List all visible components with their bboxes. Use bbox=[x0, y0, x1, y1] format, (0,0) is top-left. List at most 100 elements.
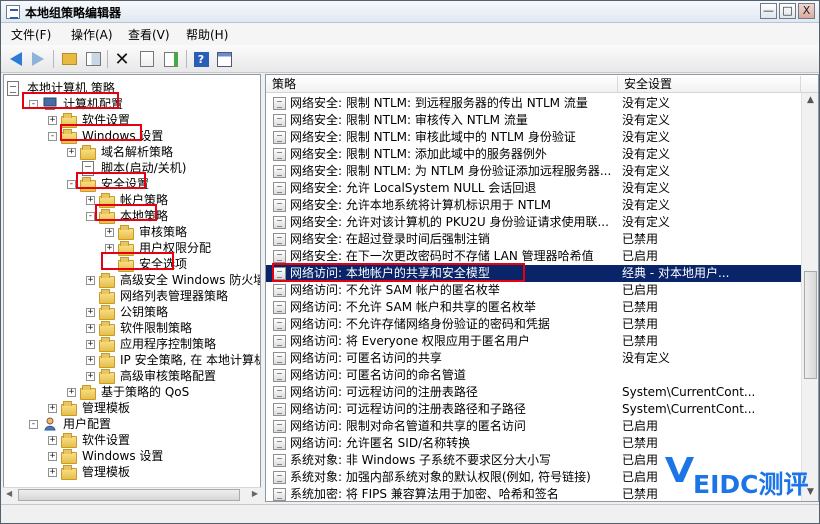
expand-icon[interactable]: + bbox=[86, 356, 95, 365]
tree-node[interactable]: + 高级审核策略配置 bbox=[4, 368, 260, 384]
back-arrow-icon[interactable] bbox=[6, 49, 26, 69]
policy-row[interactable]: 网络安全: 限制 NTLM: 审核此域中的 NTLM 身份验证 没有定义 bbox=[266, 129, 801, 146]
tree-node[interactable]: + 公钥策略 bbox=[4, 304, 260, 320]
policy-row[interactable]: 网络安全: 限制 NTLM: 为 NTLM 身份验证添加远程服务器... 没有定义 bbox=[266, 163, 801, 180]
policy-row[interactable]: 网络访问: 不允许存储网络身份验证的密码和凭据 已禁用 bbox=[266, 316, 801, 333]
export-list-icon[interactable] bbox=[161, 49, 181, 69]
selected-policy-row[interactable]: 网络访问: 本地帐户的共享和安全模型 经典 - 对本地用户... bbox=[266, 265, 801, 282]
expand-icon[interactable]: + bbox=[86, 340, 95, 349]
expand-icon[interactable]: + bbox=[86, 324, 95, 333]
navigation-tree[interactable]: 本地计算机 策略 - 计算机配置 + 软件设置 - Windows 设置 + 域名解析策略 脚本(… bbox=[3, 74, 261, 502]
tree-node[interactable]: 安全选项 bbox=[4, 256, 260, 272]
tree-node[interactable]: 网络列表管理器策略 bbox=[4, 288, 260, 304]
expand-icon[interactable]: + bbox=[105, 244, 114, 253]
tree-node[interactable]: - 本地策略 bbox=[4, 208, 260, 224]
menu-file[interactable]: 文件(F) bbox=[11, 26, 51, 43]
tree-node[interactable]: 脚本(启动/关机) bbox=[4, 160, 260, 176]
expand-icon[interactable]: + bbox=[86, 372, 95, 381]
expand-icon[interactable]: + bbox=[86, 308, 95, 317]
policy-row[interactable]: 网络安全: 限制 NTLM: 添加此域中的服务器例外 没有定义 bbox=[266, 146, 801, 163]
tree-node-label: 本地计算机 策略 bbox=[27, 81, 115, 95]
tree-node[interactable]: - Windows 设置 bbox=[4, 128, 260, 144]
properties-icon[interactable] bbox=[137, 49, 157, 69]
tree-node[interactable]: - 计算机配置 bbox=[4, 96, 260, 112]
tree-node[interactable]: + 高级安全 Windows 防火墙 bbox=[4, 272, 260, 288]
expand-icon[interactable]: + bbox=[86, 196, 95, 205]
up-folder-icon[interactable] bbox=[59, 49, 79, 69]
tree-node[interactable]: + 管理模板 bbox=[4, 464, 260, 480]
scroll-up-arrow[interactable]: ▲ bbox=[805, 95, 816, 106]
tree-node[interactable]: + 管理模板 bbox=[4, 400, 260, 416]
column-security-setting[interactable]: 安全设置 bbox=[618, 76, 801, 92]
tree-node[interactable]: + 应用程序控制策略 bbox=[4, 336, 260, 352]
delete-x-icon[interactable]: ✕ bbox=[112, 49, 132, 70]
policy-row[interactable]: 网络访问: 可远程访问的注册表路径 System\CurrentCont... bbox=[266, 384, 801, 401]
policy-name: 网络访问: 允许匿名 SID/名称转换 bbox=[290, 436, 471, 450]
collapse-icon[interactable]: - bbox=[48, 132, 57, 141]
tree-node[interactable]: + 审核策略 bbox=[4, 224, 260, 240]
console-window-icon[interactable] bbox=[214, 49, 234, 69]
expand-icon[interactable]: + bbox=[86, 276, 95, 285]
security-setting-value: 没有定义 bbox=[622, 130, 671, 144]
tree-node[interactable]: - 用户配置 bbox=[4, 416, 260, 432]
tree-node[interactable]: + 软件设置 bbox=[4, 432, 260, 448]
column-policy[interactable]: 策略 bbox=[266, 76, 618, 92]
policy-row[interactable]: 网络安全: 允许本地系统将计算机标识用于 NTLM 没有定义 bbox=[266, 197, 801, 214]
expand-icon[interactable]: + bbox=[48, 452, 57, 461]
menu-action[interactable]: 操作(A) bbox=[71, 26, 113, 43]
policy-row[interactable]: 网络访问: 可匿名访问的命名管道 bbox=[266, 367, 801, 384]
show-hide-tree-icon[interactable] bbox=[83, 49, 103, 69]
policy-item-icon bbox=[273, 318, 286, 331]
policy-row[interactable]: 网络访问: 可匿名访问的共享 没有定义 bbox=[266, 350, 801, 367]
tree-node[interactable]: + 域名解析策略 bbox=[4, 144, 260, 160]
policy-row[interactable]: 网络访问: 不允许 SAM 帐户的匿名枚举 已启用 bbox=[266, 282, 801, 299]
policy-row[interactable]: 网络访问: 可远程访问的注册表路径和子路径 System\CurrentCont.… bbox=[266, 401, 801, 418]
policy-row[interactable]: 网络访问: 不允许 SAM 帐户和共享的匿名枚举 已禁用 bbox=[266, 299, 801, 316]
folder-icon bbox=[99, 305, 115, 320]
expand-icon[interactable]: + bbox=[48, 468, 57, 477]
horizontal-scroll-thumb[interactable] bbox=[18, 489, 240, 501]
close-button[interactable]: X bbox=[798, 3, 815, 19]
policy-list-pane[interactable]: 策略 安全设置 网络安全: 限制 NTLM: 到远程服务器的传出 NTLM 流量… bbox=[265, 74, 819, 502]
collapse-icon[interactable]: - bbox=[29, 100, 38, 109]
scroll-thumb[interactable] bbox=[804, 271, 817, 379]
collapse-icon[interactable]: - bbox=[86, 212, 95, 221]
expand-icon[interactable]: + bbox=[48, 116, 57, 125]
tree-node[interactable]: + 软件限制策略 bbox=[4, 320, 260, 336]
expand-icon[interactable]: + bbox=[48, 404, 57, 413]
expand-icon[interactable]: + bbox=[105, 228, 114, 237]
tree-node[interactable]: + 软件设置 bbox=[4, 112, 260, 128]
policy-row[interactable]: 网络安全: 限制 NTLM: 到远程服务器的传出 NTLM 流量 没有定义 bbox=[266, 95, 801, 112]
tree-node[interactable]: + 用户权限分配 bbox=[4, 240, 260, 256]
policy-row[interactable]: 网络访问: 限制对命名管道和共享的匿名访问 已启用 bbox=[266, 418, 801, 435]
vertical-scrollbar[interactable]: ▲ ▼ bbox=[801, 93, 818, 501]
policy-row[interactable]: 网络安全: 限制 NTLM: 审核传入 NTLM 流量 没有定义 bbox=[266, 112, 801, 129]
tree-node[interactable]: + Windows 设置 bbox=[4, 448, 260, 464]
minimize-button[interactable]: — bbox=[760, 3, 777, 19]
tree-node[interactable]: + IP 安全策略, 在 本地计算机 bbox=[4, 352, 260, 368]
help-question-icon[interactable]: ? bbox=[191, 49, 211, 69]
policy-row[interactable]: 网络安全: 在下一次更改密码时不存储 LAN 管理器哈希值 已启用 bbox=[266, 248, 801, 265]
tree-node-label: 软件设置 bbox=[82, 113, 131, 127]
title-bar[interactable]: 本地组策略编辑器 — □ X bbox=[1, 1, 819, 23]
folder-icon bbox=[61, 401, 77, 416]
maximize-button[interactable]: □ bbox=[779, 3, 796, 19]
expand-icon[interactable]: + bbox=[48, 436, 57, 445]
policy-row[interactable]: 网络安全: 在超过登录时间后强制注销 已禁用 bbox=[266, 231, 801, 248]
expand-icon[interactable]: + bbox=[67, 388, 76, 397]
menu-view[interactable]: 查看(V) bbox=[128, 26, 170, 43]
tree-node[interactable]: - 安全设置 bbox=[4, 176, 260, 192]
collapse-icon[interactable]: - bbox=[67, 180, 76, 189]
tree-horizontal-scrollbar[interactable]: ◀ ▶ bbox=[3, 487, 261, 502]
policy-row[interactable]: 网络安全: 允许对该计算机的 PKU2U 身份验证请求使用联... 没有定义 bbox=[266, 214, 801, 231]
policy-row[interactable]: 网络安全: 允许 LocalSystem NULL 会话回退 没有定义 bbox=[266, 180, 801, 197]
forward-arrow-icon[interactable] bbox=[28, 49, 48, 69]
tree-node[interactable]: + 帐户策略 bbox=[4, 192, 260, 208]
tree-node[interactable]: 本地计算机 策略 bbox=[4, 80, 260, 96]
tree-node-label: Windows 设置 bbox=[82, 449, 164, 463]
menu-help[interactable]: 帮助(H) bbox=[186, 26, 228, 43]
tree-node[interactable]: + 基于策略的 QoS bbox=[4, 384, 260, 400]
expand-icon[interactable]: + bbox=[67, 148, 76, 157]
collapse-icon[interactable]: - bbox=[29, 420, 38, 429]
policy-row[interactable]: 网络访问: 将 Everyone 权限应用于匿名用户 已禁用 bbox=[266, 333, 801, 350]
